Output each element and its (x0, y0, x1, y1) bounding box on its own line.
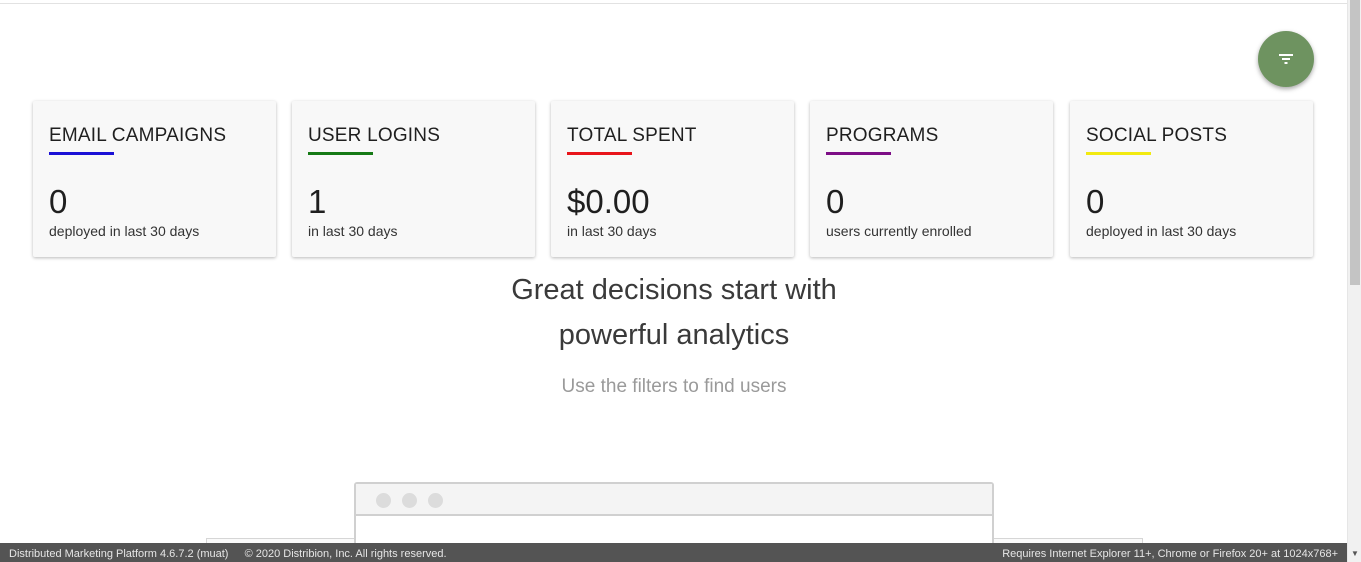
footer-version: Distributed Marketing Platform 4.6.7.2 (… (9, 548, 229, 560)
vertical-scrollbar[interactable]: ▼ (1347, 0, 1361, 562)
card-value: 0 (826, 183, 845, 220)
card-caption: in last 30 days (308, 223, 398, 239)
filter-button[interactable] (1258, 31, 1314, 87)
card-value: 1 (308, 183, 327, 220)
card-accent-bar (567, 152, 632, 155)
footer: Distributed Marketing Platform 4.6.7.2 (… (0, 543, 1347, 562)
card-programs: PROGRAMS 0 users currently enrolled (810, 101, 1053, 257)
card-caption: in last 30 days (567, 223, 657, 239)
footer-left: Distributed Marketing Platform 4.6.7.2 (… (9, 543, 447, 562)
headline-line-2: powerful analytics (558, 319, 790, 351)
window-dot-icon (376, 493, 391, 508)
card-caption: users currently enrolled (826, 223, 972, 239)
card-value: 0 (1086, 183, 1105, 220)
card-total-spent: TOTAL SPENT $0.00 in last 30 days (551, 101, 794, 257)
card-title: PROGRAMS (826, 125, 939, 146)
card-caption: deployed in last 30 days (49, 223, 200, 239)
metric-cards: EMAIL CAMPAIGNS 0 deployed in last 30 da… (33, 101, 1314, 257)
scroll-down-arrow-icon[interactable]: ▼ (1348, 548, 1361, 560)
browser-illustration (354, 482, 994, 552)
card-title: USER LOGINS (308, 125, 441, 146)
headline-line-1: Great decisions start with (511, 274, 837, 306)
scrollbar-thumb[interactable] (1350, 0, 1360, 285)
card-accent-bar (1086, 152, 1151, 155)
card-accent-bar (49, 152, 114, 155)
card-accent-bar (308, 152, 373, 155)
top-divider (0, 3, 1347, 4)
empty-state-headline: Great decisions start with powerful anal… (474, 268, 874, 358)
card-value: 0 (49, 183, 68, 220)
card-accent-bar (826, 152, 891, 155)
card-title: TOTAL SPENT (567, 125, 697, 146)
card-title: EMAIL CAMPAIGNS (49, 125, 227, 146)
card-user-logins: USER LOGINS 1 in last 30 days (292, 101, 535, 257)
footer-copyright: © 2020 Distribion, Inc. All rights reser… (244, 548, 447, 560)
empty-state-subtitle: Use the filters to find users (561, 376, 787, 397)
card-value: $0.00 (567, 183, 650, 220)
card-social-posts: SOCIAL POSTS 0 deployed in last 30 days (1070, 101, 1313, 257)
filter-icon (1279, 54, 1293, 64)
window-dot-icon (428, 493, 443, 508)
browser-illustration-toolbar (356, 484, 992, 516)
card-caption: deployed in last 30 days (1086, 223, 1237, 239)
card-title: SOCIAL POSTS (1086, 125, 1228, 146)
window-dot-icon (402, 493, 417, 508)
footer-requirements: Requires Internet Explorer 11+, Chrome o… (1002, 548, 1338, 560)
card-email-campaigns: EMAIL CAMPAIGNS 0 deployed in last 30 da… (33, 101, 276, 257)
